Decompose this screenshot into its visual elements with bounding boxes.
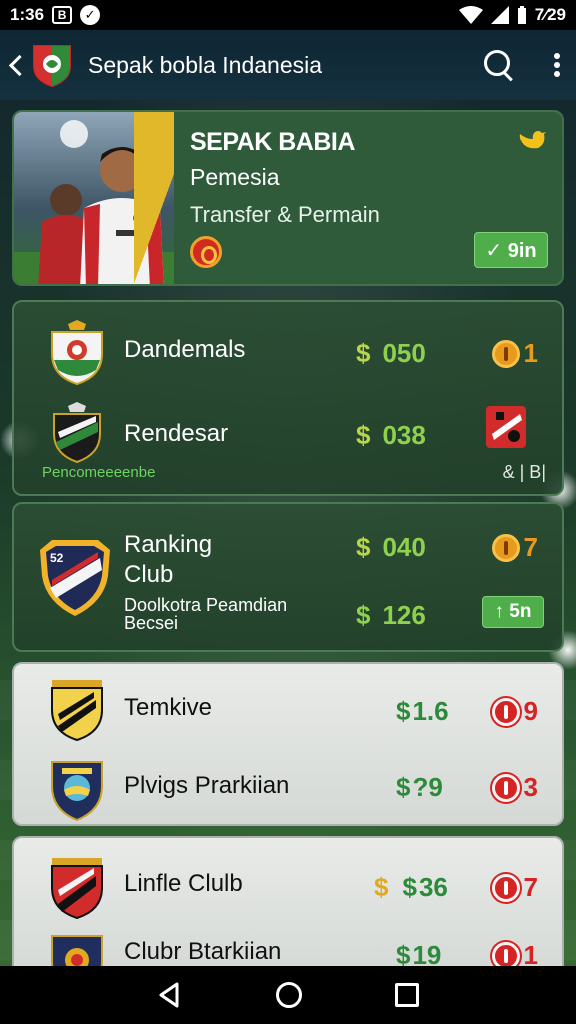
- signal-icon: [490, 6, 509, 24]
- twitter-bird-icon[interactable]: [518, 130, 546, 154]
- wifi-icon: [458, 6, 483, 24]
- hero-subtitle: Pemesia: [190, 164, 280, 190]
- dollar-icon: $: [356, 600, 371, 630]
- list-item[interactable]: Dandemals $050 1: [14, 310, 562, 390]
- card-footnote: Pencomeeeenbe: [42, 464, 156, 481]
- nav-back-icon[interactable]: [157, 982, 183, 1008]
- club-crest-icon: 52: [40, 540, 110, 616]
- club-crest-icon: [33, 45, 71, 88]
- nav-recents-icon[interactable]: [395, 983, 420, 1007]
- ranking-action-button[interactable]: ↑ 5n: [482, 596, 544, 628]
- list-item[interactable]: Rendesar $038: [14, 392, 562, 472]
- club-price: $050: [356, 338, 426, 368]
- club-name: Dandemals: [124, 336, 246, 363]
- coin-icon: [190, 236, 222, 268]
- club-crest-icon: [51, 680, 103, 742]
- list-item[interactable]: Linfle Clulb $ $36 7: [14, 844, 562, 924]
- dollar-icon: $: [356, 338, 371, 368]
- alert-icon: [491, 873, 520, 902]
- alert-icon: [491, 339, 520, 368]
- status-badge: 9: [491, 696, 538, 727]
- system-nav-bar: [0, 966, 576, 1024]
- dollar-icon: $: [356, 420, 371, 450]
- status-badge: 1: [491, 338, 538, 369]
- nav-home-icon[interactable]: [275, 982, 302, 1008]
- list-item[interactable]: Plvigs Prarkiian $?9 3: [14, 746, 562, 826]
- club-name: Clubr Btarkiian: [124, 938, 282, 965]
- alert-icon: [491, 697, 520, 726]
- club-list-card: Dandemals $050 1 Rendesar $038 Pencomeee…: [12, 300, 564, 496]
- hero-join-button[interactable]: ✓ 9in: [474, 232, 548, 268]
- more-vert-icon[interactable]: [550, 50, 564, 80]
- club-name: Rendesar: [124, 420, 229, 447]
- list-item[interactable]: Temkive $1.6 9: [14, 666, 562, 746]
- status-badge: 3: [491, 772, 538, 803]
- club-price: $?9: [396, 772, 443, 802]
- status-badge: 7: [491, 872, 538, 903]
- ranking-title: Ranking Club: [124, 531, 213, 588]
- dollar-icon: $: [356, 532, 371, 562]
- club-crest-icon: [486, 406, 526, 448]
- club-price: $038: [356, 420, 426, 450]
- card-meta: & | B|: [502, 462, 546, 482]
- shield-icon: ✓: [80, 5, 101, 25]
- ranking-card[interactable]: 52 Ranking Club Doolkotra Peamdian Becse…: [12, 502, 564, 652]
- ranking-price: $040: [356, 532, 426, 562]
- club-list-card: Linfle Clulb $ $36 7 Clubr Btarkiian $19 …: [12, 836, 564, 976]
- club-list-card: Temkive $1.6 9 Plvigs Prarkiian $?9 3: [12, 662, 564, 826]
- battery-icon: [517, 6, 526, 24]
- club-name: Plvigs Prarkiian: [124, 772, 290, 799]
- club-name: Linfle Clulb: [124, 870, 243, 897]
- club-name: Temkive: [124, 694, 213, 721]
- app-bar: Sepak bobla Indanesia: [0, 30, 576, 100]
- club-crest-icon: [53, 402, 101, 464]
- status-time: 1:36: [10, 5, 45, 24]
- app-title: Sepak bobla Indanesia: [88, 51, 323, 78]
- club-crest-icon: [51, 320, 103, 386]
- club-crest-icon: [51, 858, 103, 920]
- alert-icon: [491, 773, 520, 802]
- hero-accent-stripe: [134, 112, 174, 284]
- hero-title: SEPAK BABIA: [190, 128, 355, 156]
- search-icon[interactable]: [480, 47, 516, 83]
- svg-text:52: 52: [50, 551, 64, 565]
- alert-icon: [491, 533, 520, 562]
- club-price: $ $36: [374, 872, 448, 902]
- list-item[interactable]: Clubr Btarkiian $19 1: [14, 922, 562, 972]
- status-badge: 7: [491, 532, 538, 563]
- dollar-icon: $: [374, 872, 389, 902]
- ranking-subtitle: Doolkotra Peamdian Becsei: [124, 595, 288, 633]
- dollar-icon: $: [402, 872, 417, 902]
- hero-caption: Transfer & Permain: [190, 202, 380, 227]
- club-price: $1.6: [396, 696, 449, 726]
- status-battery: 7⁄29: [534, 5, 566, 24]
- dollar-icon: $: [396, 772, 411, 802]
- featured-news-card[interactable]: SEPAK BABIA Pemesia Transfer & Permain ✓…: [12, 110, 564, 286]
- notification-icon: B: [52, 6, 73, 24]
- club-crest-icon: [51, 761, 103, 822]
- back-arrow-icon[interactable]: [6, 50, 28, 80]
- dollar-icon: $: [396, 696, 411, 726]
- ranking-price: $126: [356, 600, 426, 630]
- status-bar: 1:36 B ✓ 7⁄29: [0, 0, 576, 30]
